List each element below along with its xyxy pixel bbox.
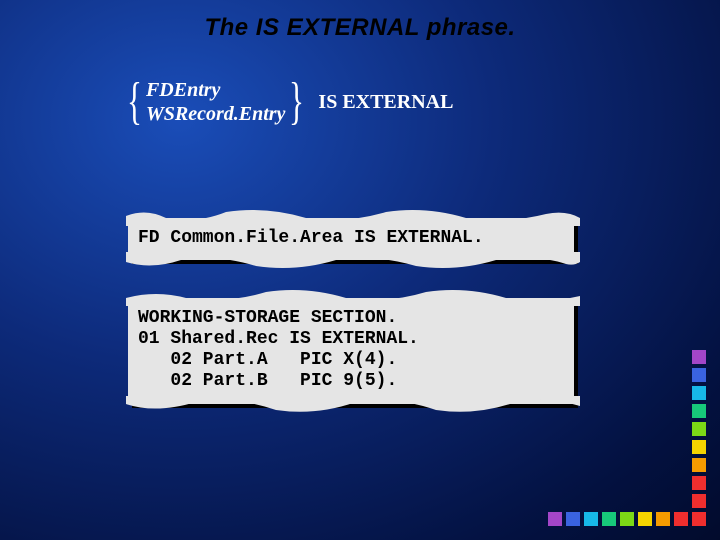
color-square-icon: [692, 458, 706, 472]
color-square-icon: [692, 350, 706, 364]
color-square-icon: [638, 512, 652, 526]
right-brace-icon: }: [289, 78, 304, 126]
color-square-icon: [584, 512, 598, 526]
color-square-icon: [692, 404, 706, 418]
slide-title: The IS EXTERNAL phrase.: [0, 14, 720, 42]
decorative-squares-horizontal: [548, 512, 706, 526]
code-snippet-2: WORKING-STORAGE SECTION. 01 Shared.Rec I…: [128, 298, 574, 404]
code-text-2: WORKING-STORAGE SECTION. 01 Shared.Rec I…: [128, 298, 574, 400]
color-square-icon: [692, 440, 706, 454]
syntax-opt1: FDEntry: [146, 79, 220, 101]
syntax-opt2: WSRecord.Entry: [146, 103, 285, 125]
syntax-keyword: IS EXTERNAL: [318, 91, 453, 114]
color-square-icon: [566, 512, 580, 526]
color-square-icon: [602, 512, 616, 526]
color-square-icon: [656, 512, 670, 526]
code-text-1: FD Common.File.Area IS EXTERNAL.: [128, 218, 574, 257]
color-square-icon: [692, 512, 706, 526]
left-brace-icon: {: [127, 78, 142, 126]
color-square-icon: [692, 386, 706, 400]
code-snippet-1: FD Common.File.Area IS EXTERNAL.: [128, 218, 574, 260]
decorative-squares-vertical: [692, 350, 706, 508]
color-square-icon: [692, 494, 706, 508]
color-square-icon: [692, 422, 706, 436]
color-square-icon: [674, 512, 688, 526]
color-square-icon: [692, 476, 706, 490]
color-square-icon: [548, 512, 562, 526]
color-square-icon: [692, 368, 706, 382]
color-square-icon: [620, 512, 634, 526]
syntax-diagram: { FDEntry WSRecord.Entry } IS EXTERNAL: [128, 78, 453, 126]
syntax-options: FDEntry WSRecord.Entry: [146, 78, 285, 126]
